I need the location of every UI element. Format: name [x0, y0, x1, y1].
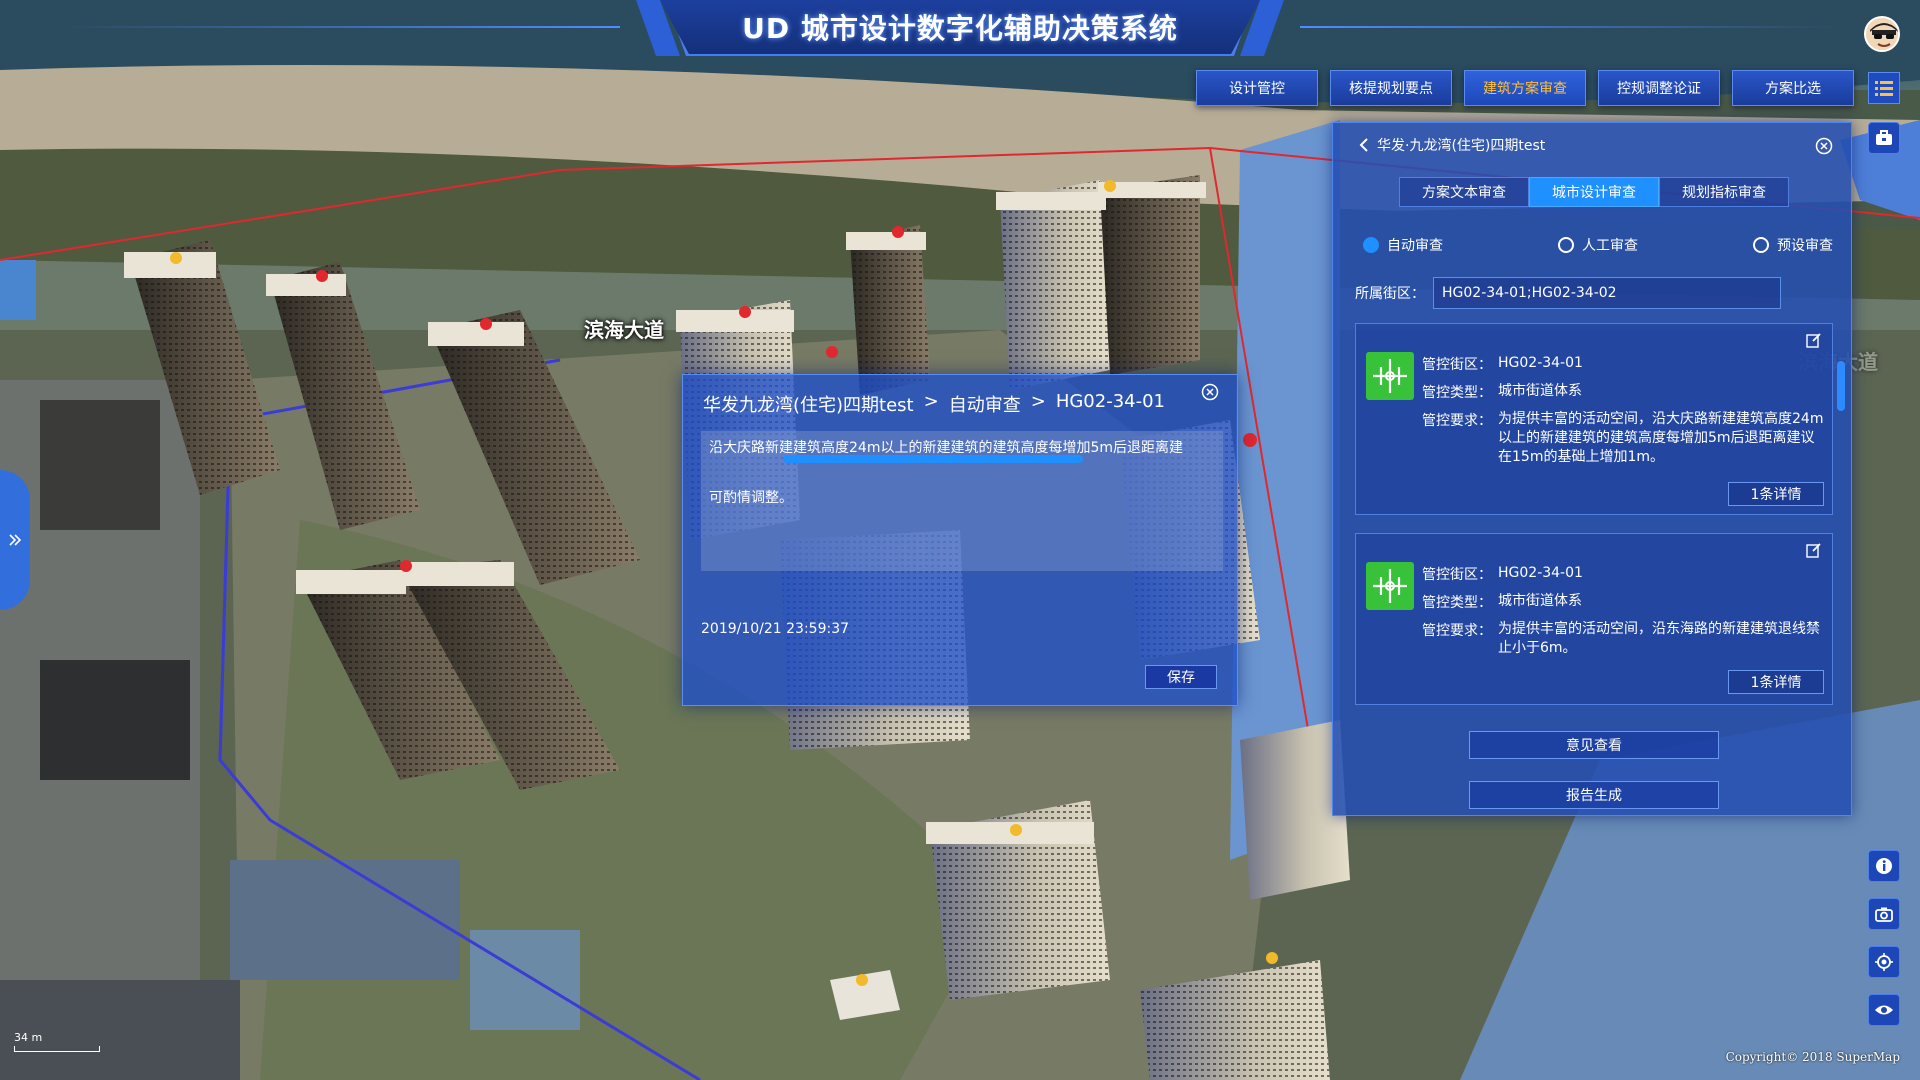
map-copyright: Copyright© 2018 SuperMap: [1725, 1050, 1900, 1064]
target-icon: [1875, 953, 1893, 971]
crumb-mode: 自动审查: [948, 395, 1021, 416]
card-details-button[interactable]: 1条详情: [1728, 670, 1824, 694]
card-requirement-row: 管控要求： 为提供丰富的活动空间，沿大庆路新建建筑高度24m以上的新建建筑的建筑…: [1422, 410, 1828, 467]
camera-icon: [1875, 907, 1893, 922]
card-district-row: 管控街区： HG02-34-01: [1422, 564, 1828, 584]
card-key: 管控街区：: [1422, 567, 1492, 583]
view-button[interactable]: [1868, 994, 1900, 1026]
card-key: 管控街区：: [1422, 357, 1492, 373]
radio-auto-review[interactable]: 自动审查: [1363, 235, 1443, 255]
map-scale-text: 34 m: [14, 1031, 43, 1044]
title-decor-line-left: [60, 26, 620, 28]
screenshot-button[interactable]: [1868, 898, 1900, 930]
nav-building-review[interactable]: 建筑方案审查: [1464, 70, 1586, 106]
crumb-separator: >: [1030, 391, 1046, 412]
chevron-left-icon[interactable]: [1359, 138, 1369, 152]
edit-icon[interactable]: [1806, 542, 1822, 558]
card-key: 管控类型：: [1422, 595, 1492, 611]
view-opinions-button[interactable]: 意见查看: [1469, 731, 1719, 759]
card-key: 管控要求：: [1422, 623, 1492, 639]
popup-close-icon[interactable]: [1201, 383, 1219, 401]
crumb-project: 华发九龙湾(住宅)四期test: [703, 395, 914, 416]
panel-project-title: 华发·九龙湾(住宅)四期test: [1377, 138, 1546, 154]
card-details-button[interactable]: 1条详情: [1728, 482, 1824, 506]
list-menu-button[interactable]: [1868, 72, 1900, 104]
title-decor-line-right: [1300, 26, 1840, 28]
radio-dot: [1558, 237, 1574, 253]
chevron-double-right-icon: [9, 534, 22, 546]
crossroad-icon: [1373, 569, 1407, 603]
review-panel: 华发·九龙湾(住宅)四期test 方案文本审查 城市设计审查 规划指标审查 自动…: [1332, 122, 1852, 816]
radio-dot: [1363, 237, 1379, 253]
crossroad-icon: [1373, 359, 1407, 393]
card-type-row: 管控类型： 城市街道体系: [1422, 592, 1828, 612]
district-row: 所属街区： HG02-34-01;HG02-34-02: [1355, 277, 1781, 309]
control-card: 管控街区： HG02-34-01 管控类型： 城市街道体系 管控要求： 为提供丰…: [1355, 533, 1833, 705]
radio-label: 预设审查: [1777, 238, 1833, 254]
radio-manual-review[interactable]: 人工审查: [1558, 235, 1638, 255]
road-label-binhai: 滨海大道: [584, 318, 664, 342]
card-value: HG02-34-01: [1498, 355, 1583, 371]
eye-icon: [1875, 1005, 1893, 1015]
text-scroll-indicator[interactable]: [783, 455, 1083, 463]
district-label: 所属街区：: [1355, 286, 1425, 302]
comment-line-2: 可酌情调整。: [709, 490, 793, 506]
left-panel-toggle[interactable]: [0, 470, 30, 610]
street-system-icon: [1366, 562, 1414, 610]
crumb-district: HG02-34-01: [1055, 391, 1165, 412]
panel-header[interactable]: 华发·九龙湾(住宅)四期test: [1359, 135, 1545, 155]
breadcrumb: 华发九龙湾(住宅)四期test > 自动审查 > HG02-34-01: [703, 391, 1165, 417]
briefcase-icon: [1876, 130, 1892, 145]
radio-label: 自动审查: [1387, 238, 1443, 254]
control-card: 管控街区： HG02-34-01 管控类型： 城市街道体系 管控要求： 为提供丰…: [1355, 323, 1833, 515]
map-scale-bar: [14, 1046, 100, 1052]
nav-planning-points[interactable]: 核提规划要点: [1330, 70, 1452, 106]
street-system-icon: [1366, 352, 1414, 400]
crumb-separator: >: [923, 391, 939, 412]
locate-button[interactable]: [1868, 946, 1900, 978]
card-key: 管控要求：: [1422, 413, 1492, 429]
info-button[interactable]: [1868, 850, 1900, 882]
nav-scheme-compare[interactable]: 方案比选: [1732, 70, 1854, 106]
nav-design-control[interactable]: 设计管控: [1196, 70, 1318, 106]
info-icon: [1876, 858, 1892, 874]
review-timestamp: 2019/10/21 23:59:37: [701, 621, 850, 637]
nav-zoning-adjustment[interactable]: 控规调整论证: [1598, 70, 1720, 106]
card-district-row: 管控街区： HG02-34-01: [1422, 354, 1828, 374]
generate-report-button[interactable]: 报告生成: [1469, 781, 1719, 809]
top-navigation: 设计管控 核提规划要点 建筑方案审查 控规调整论证 方案比选: [1196, 70, 1854, 106]
user-avatar[interactable]: [1864, 16, 1900, 52]
panel-close-icon[interactable]: [1815, 137, 1833, 155]
list-icon: [1875, 81, 1893, 96]
card-value: 城市街道体系: [1498, 383, 1582, 399]
radio-label: 人工审查: [1582, 238, 1638, 254]
save-button[interactable]: 保存: [1145, 665, 1217, 689]
card-value: 为提供丰富的活动空间，沿东海路的新建建筑退线禁止小于6m。: [1498, 621, 1820, 656]
radio-preset-review[interactable]: 预设审查: [1753, 235, 1833, 255]
toolbox-button[interactable]: [1868, 122, 1900, 154]
card-value: 为提供丰富的活动空间，沿大庆路新建建筑高度24m以上的新建建筑的建筑高度每增加5…: [1498, 411, 1824, 465]
review-comment-textarea[interactable]: 沿大庆路新建建筑高度24m以上的新建建筑的建筑高度每增加5m后退距离建 可酌情调…: [701, 431, 1223, 571]
auto-review-popup: 华发九龙湾(住宅)四期test > 自动审查 > HG02-34-01 沿大庆路…: [682, 374, 1238, 706]
card-type-row: 管控类型： 城市街道体系: [1422, 382, 1828, 402]
review-mode-radios: 自动审查 人工审查 预设审查: [1363, 235, 1833, 255]
app-title: UD 城市设计数字化辅助决策系统: [742, 12, 1178, 45]
card-value: HG02-34-01: [1498, 565, 1583, 581]
tab-urban-design-review[interactable]: 城市设计审查: [1529, 177, 1659, 207]
app-title-bar: UD 城市设计数字化辅助决策系统: [660, 0, 1260, 56]
tab-text-review[interactable]: 方案文本审查: [1399, 177, 1529, 207]
edit-icon[interactable]: [1806, 332, 1822, 348]
panel-scrollbar[interactable]: [1837, 361, 1845, 411]
card-value: 城市街道体系: [1498, 593, 1582, 609]
district-input[interactable]: HG02-34-01;HG02-34-02: [1433, 277, 1781, 309]
card-key: 管控类型：: [1422, 385, 1492, 401]
card-requirement-row: 管控要求： 为提供丰富的活动空间，沿东海路的新建建筑退线禁止小于6m。: [1422, 620, 1828, 658]
review-tabs: 方案文本审查 城市设计审查 规划指标审查: [1399, 177, 1789, 207]
tab-indicator-review[interactable]: 规划指标审查: [1659, 177, 1789, 207]
radio-dot: [1753, 237, 1769, 253]
